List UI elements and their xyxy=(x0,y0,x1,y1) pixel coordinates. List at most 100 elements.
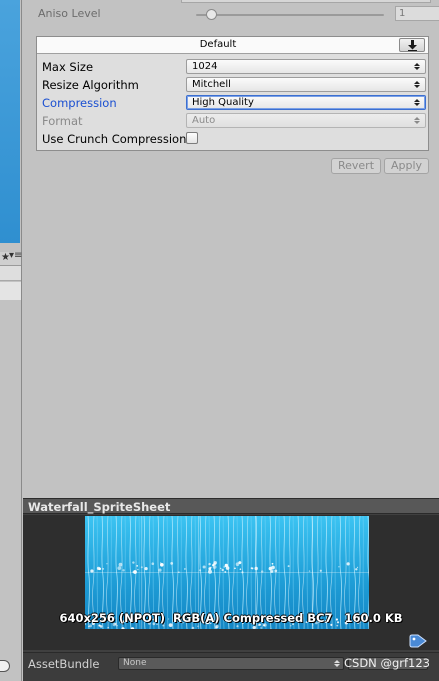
foam-particle xyxy=(274,569,278,573)
foam-particle xyxy=(212,565,217,569)
resize-algorithm-row: Resize Algorithm Mitchell xyxy=(42,76,427,92)
compression-value: High Quality xyxy=(192,97,254,108)
foam-particle xyxy=(208,567,212,571)
foam-particle xyxy=(238,561,242,565)
foam-particle xyxy=(160,563,164,567)
aniso-level-row: Aniso Level 1 xyxy=(38,6,439,22)
foam-particle xyxy=(220,567,222,569)
foam-particle xyxy=(102,568,105,570)
max-size-label: Max Size xyxy=(42,60,94,74)
format-value: Auto xyxy=(192,115,216,126)
watermark-text: CSDN @grf123 xyxy=(344,656,430,670)
left-panel-row[interactable] xyxy=(0,266,21,281)
resize-algorithm-dropdown[interactable]: Mitchell xyxy=(186,77,426,92)
aniso-level-slider[interactable] xyxy=(196,14,384,16)
foam-particle xyxy=(197,625,199,627)
foam-particle xyxy=(356,566,359,568)
dropdown-arrows-icon xyxy=(334,659,340,669)
foam-particle xyxy=(160,562,162,564)
foam-particle xyxy=(202,565,206,569)
foam-particle xyxy=(140,566,143,569)
foam-particle xyxy=(118,562,123,567)
foam-particle xyxy=(250,567,253,569)
assetbundle-label: AssetBundle xyxy=(28,657,100,671)
aniso-level-slider-thumb[interactable] xyxy=(206,9,217,20)
dropdown-arrows-icon xyxy=(414,115,420,126)
foam-particle xyxy=(144,567,148,571)
left-panel-preview xyxy=(0,0,20,243)
foam-particle xyxy=(346,562,350,566)
foam-particle xyxy=(338,566,340,568)
max-size-dropdown[interactable]: 1024 xyxy=(186,59,426,74)
texture-info-text: 640x256 (NPOT) RGB(A) Compressed BC7 160… xyxy=(59,611,403,625)
download-icon[interactable] xyxy=(399,38,425,52)
foam-particle xyxy=(221,568,224,572)
foam-particle xyxy=(107,626,109,629)
panel-menu-icon[interactable]: ▾≡ xyxy=(9,250,22,261)
foam-particle xyxy=(132,571,134,573)
foam-particle xyxy=(158,568,162,572)
texture-import-inspector: Aniso Level 1 Default Max Size 1024 Resi… xyxy=(23,0,439,496)
foam-particle xyxy=(90,569,94,573)
compression-dropdown[interactable]: High Quality xyxy=(186,95,426,110)
foam-particle xyxy=(116,625,118,627)
foam-particle xyxy=(178,571,180,573)
preview-canvas: 640x256 (NPOT) RGB(A) Compressed BC7 160… xyxy=(23,515,439,650)
max-size-value: 1024 xyxy=(192,61,218,72)
foam-particle xyxy=(308,570,311,572)
foam-particle xyxy=(215,624,219,629)
compression-row: Compression High Quality xyxy=(42,94,427,110)
foam-particle xyxy=(236,625,239,628)
assetbundle-row: AssetBundle None CSDN @grf123 xyxy=(23,652,439,681)
foam-particle xyxy=(239,568,242,570)
aniso-level-label: Aniso Level xyxy=(38,7,101,20)
dropdown-arrows-icon xyxy=(414,97,420,108)
foam-particle xyxy=(260,627,262,629)
foam-particle xyxy=(122,569,125,572)
foam-particle xyxy=(271,562,274,565)
assetbundle-value: None xyxy=(123,658,147,668)
foam-particle xyxy=(254,566,258,571)
revert-button[interactable]: Revert xyxy=(331,158,381,174)
foam-particle xyxy=(224,571,227,573)
foam-particle xyxy=(241,571,244,574)
foam-particle xyxy=(287,565,290,568)
preview-header[interactable]: Waterfall_SpriteSheet xyxy=(23,498,439,514)
format-label: Format xyxy=(42,114,83,128)
left-panel-strip: ★ ▾≡ xyxy=(0,0,22,681)
foam-particle xyxy=(137,568,139,571)
crunch-compression-row: Use Crunch Compression xyxy=(42,130,427,146)
max-size-row: Max Size 1024 xyxy=(42,58,427,74)
foam-particle xyxy=(136,565,139,567)
aniso-level-value-field[interactable]: 1 xyxy=(395,6,439,21)
foam-particle xyxy=(355,568,358,571)
format-dropdown: Auto xyxy=(186,113,426,128)
foam-particle xyxy=(198,569,202,572)
download-arrow-icon xyxy=(408,40,417,51)
platform-tab-header[interactable]: Default xyxy=(37,37,428,54)
assetbundle-dropdown[interactable]: None xyxy=(118,657,344,670)
foam-particle xyxy=(88,625,90,628)
platform-settings-box: Default Max Size 1024 Resize Algorithm M… xyxy=(36,36,429,151)
cropped-field xyxy=(181,0,431,3)
preview-panel: Waterfall_SpriteSheet 640x256 (NPOT) RGB… xyxy=(23,498,439,681)
foam-particle xyxy=(133,570,137,574)
foam-particle xyxy=(132,561,135,564)
apply-button[interactable]: Apply xyxy=(384,158,429,174)
foam-particle xyxy=(319,569,322,572)
foam-particle xyxy=(106,563,108,565)
format-row: Format Auto xyxy=(42,112,427,128)
compression-label: Compression xyxy=(42,96,117,110)
foam-particle xyxy=(98,567,101,571)
crunch-compression-checkbox[interactable] xyxy=(186,132,198,144)
foam-particle xyxy=(225,566,230,570)
asset-label-tag-icon[interactable] xyxy=(409,634,427,648)
left-panel-row[interactable] xyxy=(0,282,21,300)
search-icon[interactable] xyxy=(0,660,10,672)
foam-particle xyxy=(99,625,103,628)
foam-particle xyxy=(234,567,236,570)
foam-particle xyxy=(151,562,155,565)
foam-particle xyxy=(270,569,274,573)
foam-particle xyxy=(213,561,217,565)
foam-particle xyxy=(290,625,292,627)
